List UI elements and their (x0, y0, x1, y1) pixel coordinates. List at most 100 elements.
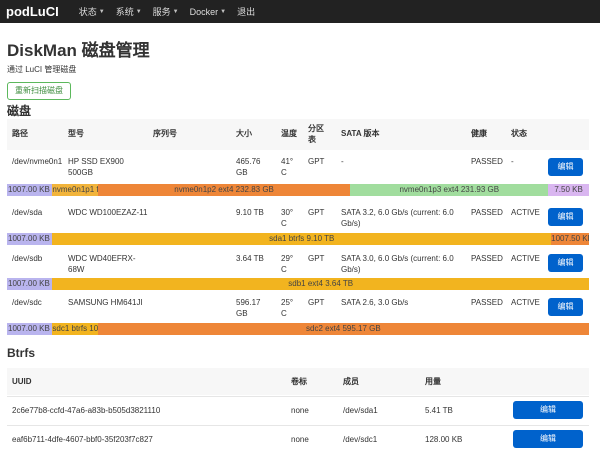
header-status: 状态 (511, 129, 527, 138)
disk-partition-table: GPT (308, 208, 325, 217)
btrfs-members: /dev/sda1 (343, 406, 378, 415)
edit-btrfs-button[interactable]: 编辑 (513, 430, 583, 448)
caret-down-icon: ▼ (135, 8, 142, 15)
header-partition-table: 分区表 (308, 124, 324, 144)
btrfs-label: none (291, 406, 309, 415)
header-usage: 用量 (425, 377, 441, 386)
row-divider (7, 396, 589, 397)
header-members: 成员 (343, 377, 359, 386)
edit-disk-button[interactable]: 编辑 (548, 158, 583, 176)
disk-sata: SATA 3.0, 6.0 Gb/s (current: 6.0 Gb/s) (341, 254, 454, 274)
partition-segment[interactable]: 1007.00 KB (7, 323, 53, 335)
header-temp: 温度 (281, 129, 297, 138)
disk-temp: 25° C (281, 298, 294, 318)
disk-status: ACTIVE (511, 298, 540, 307)
disk-status: ACTIVE (511, 254, 540, 263)
header-health: 健康 (471, 129, 487, 138)
header-uuid: UUID (12, 377, 32, 386)
header-path: 路径 (12, 129, 28, 138)
header-model: 型号 (68, 129, 84, 138)
disk-path: /dev/nvme0n1 (12, 157, 63, 166)
nav-logout[interactable]: 退出 (237, 5, 255, 18)
btrfs-usage: 5.41 TB (425, 406, 453, 415)
caret-down-icon: ▼ (172, 8, 179, 15)
nav-services[interactable]: 服务 ▼ (153, 5, 179, 18)
disk-size: 465.76 GB (236, 157, 261, 177)
partition-segment[interactable]: nvme0n1p3 ext4 231.93 GB (350, 184, 549, 196)
disk-path: /dev/sda (12, 208, 43, 217)
disk-sata: - (341, 157, 344, 166)
partition-segment[interactable]: 1007.50 KB (551, 233, 589, 245)
header-serial: 序列号 (153, 129, 177, 138)
caret-down-icon: ▼ (98, 8, 105, 15)
disk-health: PASSED (471, 208, 503, 217)
disk-status: - (511, 157, 514, 166)
btrfs-heading: Btrfs (7, 346, 36, 360)
disk-model: WDC WD40EFRX-68W (68, 254, 136, 274)
edit-disk-button[interactable]: 编辑 (548, 254, 583, 272)
partition-segment[interactable]: sda1 btrfs 9.10 TB (52, 233, 552, 245)
btrfs-members: /dev/sdc1 (343, 435, 378, 444)
caret-down-icon: ▼ (220, 8, 227, 15)
top-navbar: podLuCI 状态 ▼ 系统 ▼ 服务 ▼ Docker ▼ 退出 (0, 0, 600, 23)
disk-partition-table: GPT (308, 254, 325, 263)
disk-model: WDC WD100EZAZ-11 (68, 208, 148, 217)
nav-status[interactable]: 状态 ▼ (79, 5, 105, 18)
rescan-disks-button[interactable]: 重新扫描磁盘 (7, 82, 71, 100)
header-size: 大小 (236, 129, 252, 138)
partition-segment[interactable]: 1007.00 KB (7, 278, 53, 290)
disk-temp: 30° C (281, 208, 294, 228)
disk-row: /dev/nvme0n1 HP SSD EX900 500GB 465.76 GB 4… (7, 150, 589, 184)
partition-segment[interactable]: nvme0n1p2 ext4 232.83 GB (97, 184, 351, 196)
disk-health: PASSED (471, 298, 503, 307)
partition-bar: 1007.00 KB nvme0n1p1 f nvme0n1p2 ext4 232.… (7, 184, 589, 196)
disks-heading: 磁盘 (7, 104, 32, 118)
header-label: 卷标 (291, 377, 307, 386)
edit-btrfs-button[interactable]: 编辑 (513, 401, 583, 419)
disks-table-header: 路径 型号 序列号 大小 温度 分区表 SATA 版本 健康 状态 (7, 119, 589, 150)
btrfs-label: none (291, 435, 309, 444)
disk-health: PASSED (471, 254, 503, 263)
disk-size: 9.10 TB (236, 208, 264, 217)
nav-docker[interactable]: Docker ▼ (190, 7, 226, 17)
page-title: DiskMan 磁盘管理 (7, 41, 150, 60)
partition-segment[interactable]: 7.50 KB (548, 184, 589, 196)
nav-system[interactable]: 系统 ▼ (116, 5, 142, 18)
partition-bar: 1007.00 KB sdb1 ext4 3.64 TB (7, 278, 589, 290)
partition-segment[interactable]: sdb1 ext4 3.64 TB (52, 278, 589, 290)
page-subtitle: 通过 LuCI 管理磁盘 (7, 65, 77, 74)
partition-segment[interactable]: sdc2 ext4 595.17 GB (97, 323, 589, 335)
partition-segment[interactable]: nvme0n1p1 f (52, 184, 98, 196)
partition-segment[interactable]: 1007.00 KB (7, 184, 53, 196)
disk-partition-table: GPT (308, 157, 325, 166)
disk-row: /dev/sdc SAMSUNG HM641JI 596.17 GB 25° C GPT… (7, 291, 589, 323)
btrfs-row: eaf6b711-4dfe-4607-bbf0-35f203f7c827 none… (7, 425, 589, 454)
disk-partition-table: GPT (308, 298, 325, 307)
disk-sata: SATA 3.2, 6.0 Gb/s (current: 6.0 Gb/s) (341, 208, 454, 228)
disk-model: SAMSUNG HM641JI (68, 298, 143, 307)
btrfs-usage: 128.00 KB (425, 435, 463, 444)
disk-path: /dev/sdb (12, 254, 43, 263)
disk-status: ACTIVE (511, 208, 540, 217)
btrfs-table-header: UUID 卷标 成员 用量 (7, 368, 589, 395)
disk-row: /dev/sdb WDC WD40EFRX-68W 3.64 TB 29° C GPT S… (7, 247, 589, 278)
edit-disk-button[interactable]: 编辑 (548, 298, 583, 316)
disk-health: PASSED (471, 157, 503, 166)
disk-sata: SATA 2.6, 3.0 Gb/s (341, 298, 409, 307)
btrfs-row: 2c6e77b8-ccfd-47a6-a83b-b505d3821110 none… (7, 396, 589, 425)
row-divider (7, 425, 589, 426)
disk-row: /dev/sda WDC WD100EZAZ-11 9.10 TB 30° C GPT S… (7, 201, 589, 233)
disk-size: 596.17 GB (236, 298, 261, 318)
partition-bar: 1007.00 KB sda1 btrfs 9.10 TB 1007.50 KB (7, 233, 589, 245)
partition-bar: 1007.00 KB sdc1 btrfs 10 sdc2 ext4 595.17 … (7, 323, 589, 335)
header-sata: SATA 版本 (341, 129, 380, 138)
partition-segment[interactable]: sdc1 btrfs 10 (52, 323, 98, 335)
disk-size: 3.64 TB (236, 254, 264, 263)
btrfs-uuid: eaf6b711-4dfe-4607-bbf0-35f203f7c827 (12, 435, 153, 444)
btrfs-uuid: 2c6e77b8-ccfd-47a6-a83b-b505d3821110 (12, 406, 161, 415)
edit-disk-button[interactable]: 编辑 (548, 208, 583, 226)
disk-temp: 41° C (281, 157, 294, 177)
disk-model: HP SSD EX900 500GB (68, 157, 124, 177)
brand-logo[interactable]: podLuCI (6, 4, 59, 19)
partition-segment[interactable]: 1007.00 KB (7, 233, 53, 245)
